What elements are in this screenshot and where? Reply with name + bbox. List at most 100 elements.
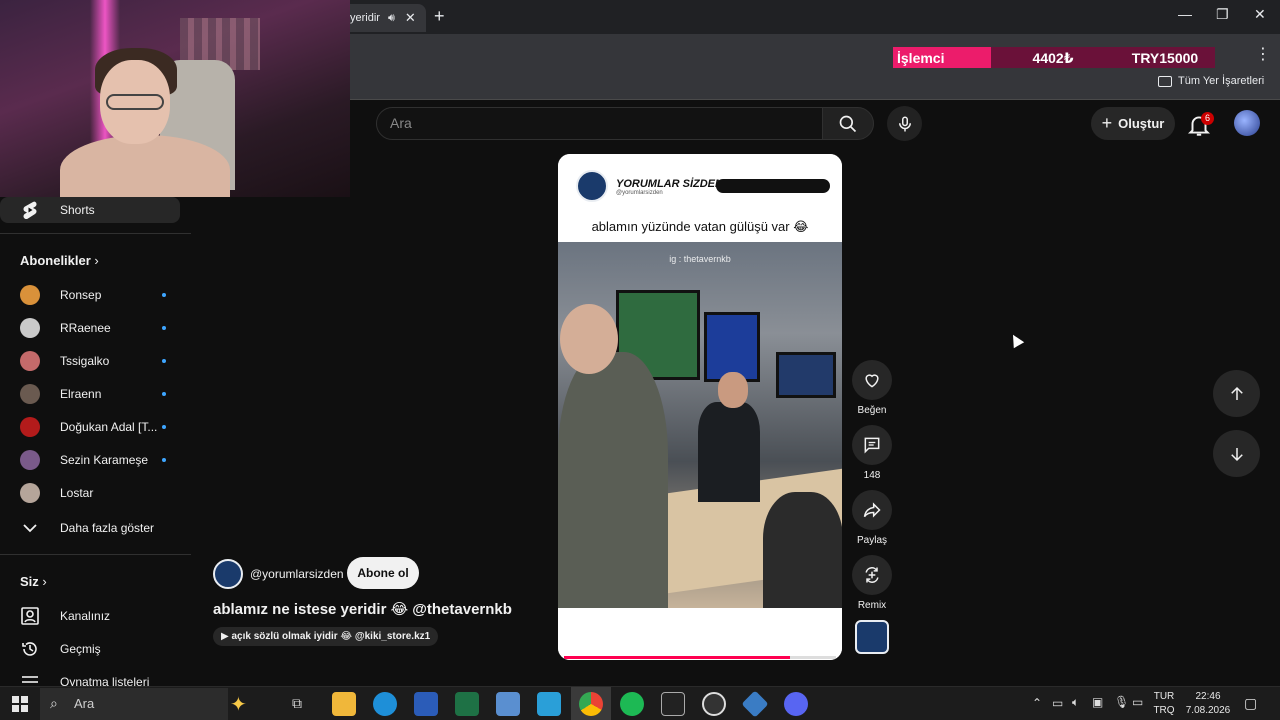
cpu-widget: İşlemci 4402₺ TRY15000 bbox=[893, 47, 1215, 69]
like-button[interactable] bbox=[852, 360, 892, 400]
sidebar-subscription[interactable]: Elraenn bbox=[0, 381, 180, 407]
voice-search-button[interactable] bbox=[887, 106, 922, 141]
sidebar-item-label: Tssigalko bbox=[60, 354, 110, 368]
clock-time: 22:46 bbox=[1195, 691, 1221, 702]
short-video-player[interactable]: YORUMLAR SİZDEN @yorumlarsizden ablamın … bbox=[558, 154, 842, 660]
channel-icon bbox=[20, 606, 40, 626]
remix-label: Remix bbox=[857, 600, 887, 611]
sidebar-subscription[interactable]: Ronsep bbox=[0, 282, 180, 308]
spotify-icon[interactable] bbox=[620, 692, 644, 716]
battery-icon[interactable]: ▭ bbox=[1052, 696, 1063, 710]
mouse-cursor-icon bbox=[1007, 331, 1025, 349]
sidebar-subscription[interactable]: Doğukan Adal [T... bbox=[0, 414, 180, 440]
edge-icon[interactable] bbox=[373, 692, 397, 716]
subscriptions-heading[interactable]: Abonelikler › bbox=[20, 253, 99, 268]
new-content-dot bbox=[162, 293, 166, 297]
task-view-icon[interactable]: ⧉ bbox=[292, 695, 302, 712]
share-button[interactable] bbox=[852, 490, 892, 530]
minimize-icon[interactable]: — bbox=[1178, 6, 1192, 22]
cpu-value: 4402₺ bbox=[991, 47, 1115, 69]
new-content-dot bbox=[162, 392, 166, 396]
volume-icon[interactable]: 🔈︎ bbox=[1072, 695, 1079, 710]
sidebar-item-label: Sezin Karameşe bbox=[60, 453, 149, 467]
calculator-icon[interactable] bbox=[496, 692, 520, 716]
app-icon[interactable] bbox=[741, 690, 769, 718]
restore-icon[interactable]: ❐ bbox=[1216, 6, 1229, 23]
brand-title: YORUMLAR SİZDEN bbox=[616, 178, 723, 190]
avatar bbox=[20, 351, 40, 371]
chevron-right-icon: › bbox=[42, 574, 47, 589]
create-label: Oluştur bbox=[1118, 116, 1165, 131]
brand-handle: @yorumlarsizden bbox=[616, 190, 663, 196]
windows-start-icon[interactable] bbox=[12, 696, 28, 712]
tray-expand-icon[interactable]: ⌃ bbox=[1032, 696, 1042, 710]
sidebar-item-label: Kanalınız bbox=[60, 609, 111, 623]
search-icon bbox=[839, 115, 857, 132]
search-button[interactable] bbox=[822, 107, 874, 140]
new-content-dot bbox=[162, 425, 166, 429]
cpu-label: İşlemci bbox=[893, 47, 991, 69]
sidebar-item-history[interactable]: Geçmiş bbox=[0, 636, 180, 662]
close-tab-icon[interactable]: ✕ bbox=[405, 10, 416, 26]
record-app-icon[interactable] bbox=[702, 692, 726, 716]
word-icon[interactable] bbox=[414, 692, 438, 716]
microphone-icon bbox=[898, 116, 911, 131]
clock[interactable]: 22:46 7.08.2026 bbox=[1180, 690, 1236, 718]
you-heading[interactable]: Siz › bbox=[20, 574, 47, 589]
browser-menu-icon[interactable]: ⋮ bbox=[1255, 44, 1271, 64]
comments-button[interactable] bbox=[852, 425, 892, 465]
video-progress-bar[interactable] bbox=[564, 656, 836, 659]
sidebar-subscription[interactable]: Sezin Karameşe bbox=[0, 447, 180, 473]
notification-center-icon[interactable]: ▢ bbox=[1244, 695, 1257, 712]
comment-icon bbox=[864, 437, 880, 454]
chrome-icon[interactable] bbox=[579, 692, 603, 716]
sidebar-subscription[interactable]: Tssigalko bbox=[0, 348, 180, 374]
show-more-button[interactable]: Daha fazla göster bbox=[0, 515, 180, 541]
next-short-button[interactable] bbox=[1213, 430, 1260, 477]
previous-short-button[interactable] bbox=[1213, 370, 1260, 417]
language-indicator[interactable]: TUR TRQ bbox=[1150, 690, 1178, 718]
sidebar-item-shorts[interactable]: Shorts bbox=[0, 197, 180, 223]
arrow-down-icon bbox=[1230, 447, 1243, 461]
show-more-label: Daha fazla göster bbox=[60, 521, 155, 535]
sound-chip[interactable]: ▶ açık sözlü olmak iyidir 😂 @kiki_store.… bbox=[213, 627, 439, 646]
channel-avatar[interactable] bbox=[213, 559, 243, 589]
avatar bbox=[20, 483, 40, 503]
all-bookmarks-label: Tüm Yer İşaretleri bbox=[1178, 75, 1265, 87]
channel-handle[interactable]: @yorumlarsizden bbox=[250, 567, 344, 581]
video-watermark: ig : thetavernkb bbox=[669, 254, 731, 264]
new-tab-icon[interactable]: + bbox=[434, 6, 445, 27]
mic-tray-icon[interactable]: 🎙︎ bbox=[1114, 695, 1129, 709]
sidebar-item-label: Lostar bbox=[60, 486, 94, 500]
obs-icon[interactable] bbox=[661, 692, 685, 716]
sidebar-subscription[interactable]: RRaenee bbox=[0, 315, 180, 341]
search-input[interactable]: Ara bbox=[376, 107, 823, 140]
sidebar-item-label: RRaenee bbox=[60, 321, 111, 335]
folder-icon bbox=[1158, 75, 1172, 87]
sound-channel-avatar[interactable] bbox=[855, 620, 889, 654]
speaker-icon[interactable]: 🔊︎ bbox=[388, 12, 395, 25]
taskbar-search[interactable]: Ara bbox=[40, 688, 228, 720]
webcam-overlay bbox=[0, 0, 350, 197]
create-button[interactable]: + Oluştur bbox=[1091, 107, 1175, 140]
account-avatar[interactable] bbox=[1234, 110, 1260, 136]
all-bookmarks[interactable]: Tüm Yer İşaretleri bbox=[1158, 75, 1264, 87]
sidebar-subscription[interactable]: Lostar bbox=[0, 480, 180, 506]
network-icon[interactable]: ▣ bbox=[1092, 695, 1103, 709]
discord-icon[interactable] bbox=[784, 692, 808, 716]
avatar bbox=[20, 450, 40, 470]
copilot-icon[interactable]: ✦ bbox=[230, 692, 247, 717]
video-header-card: YORUMLAR SİZDEN @yorumlarsizden ablamın … bbox=[558, 154, 842, 242]
subscribe-button[interactable]: Abone ol bbox=[347, 557, 419, 589]
file-explorer-icon[interactable] bbox=[332, 692, 356, 716]
sidebar-item-your-channel[interactable]: Kanalınız bbox=[0, 603, 180, 629]
display-icon[interactable]: ▭ bbox=[1132, 695, 1143, 709]
close-window-icon[interactable]: ✕ bbox=[1254, 6, 1266, 23]
search-icon: ⌕ bbox=[50, 695, 58, 711]
remix-button[interactable] bbox=[852, 555, 892, 595]
browser-tab[interactable]: yeridir 🔊︎ ✕ bbox=[340, 4, 426, 32]
store-icon[interactable] bbox=[537, 692, 561, 716]
channel-logo bbox=[576, 170, 608, 202]
excel-icon[interactable] bbox=[455, 692, 479, 716]
sidebar-item-label: Geçmiş bbox=[60, 642, 101, 656]
